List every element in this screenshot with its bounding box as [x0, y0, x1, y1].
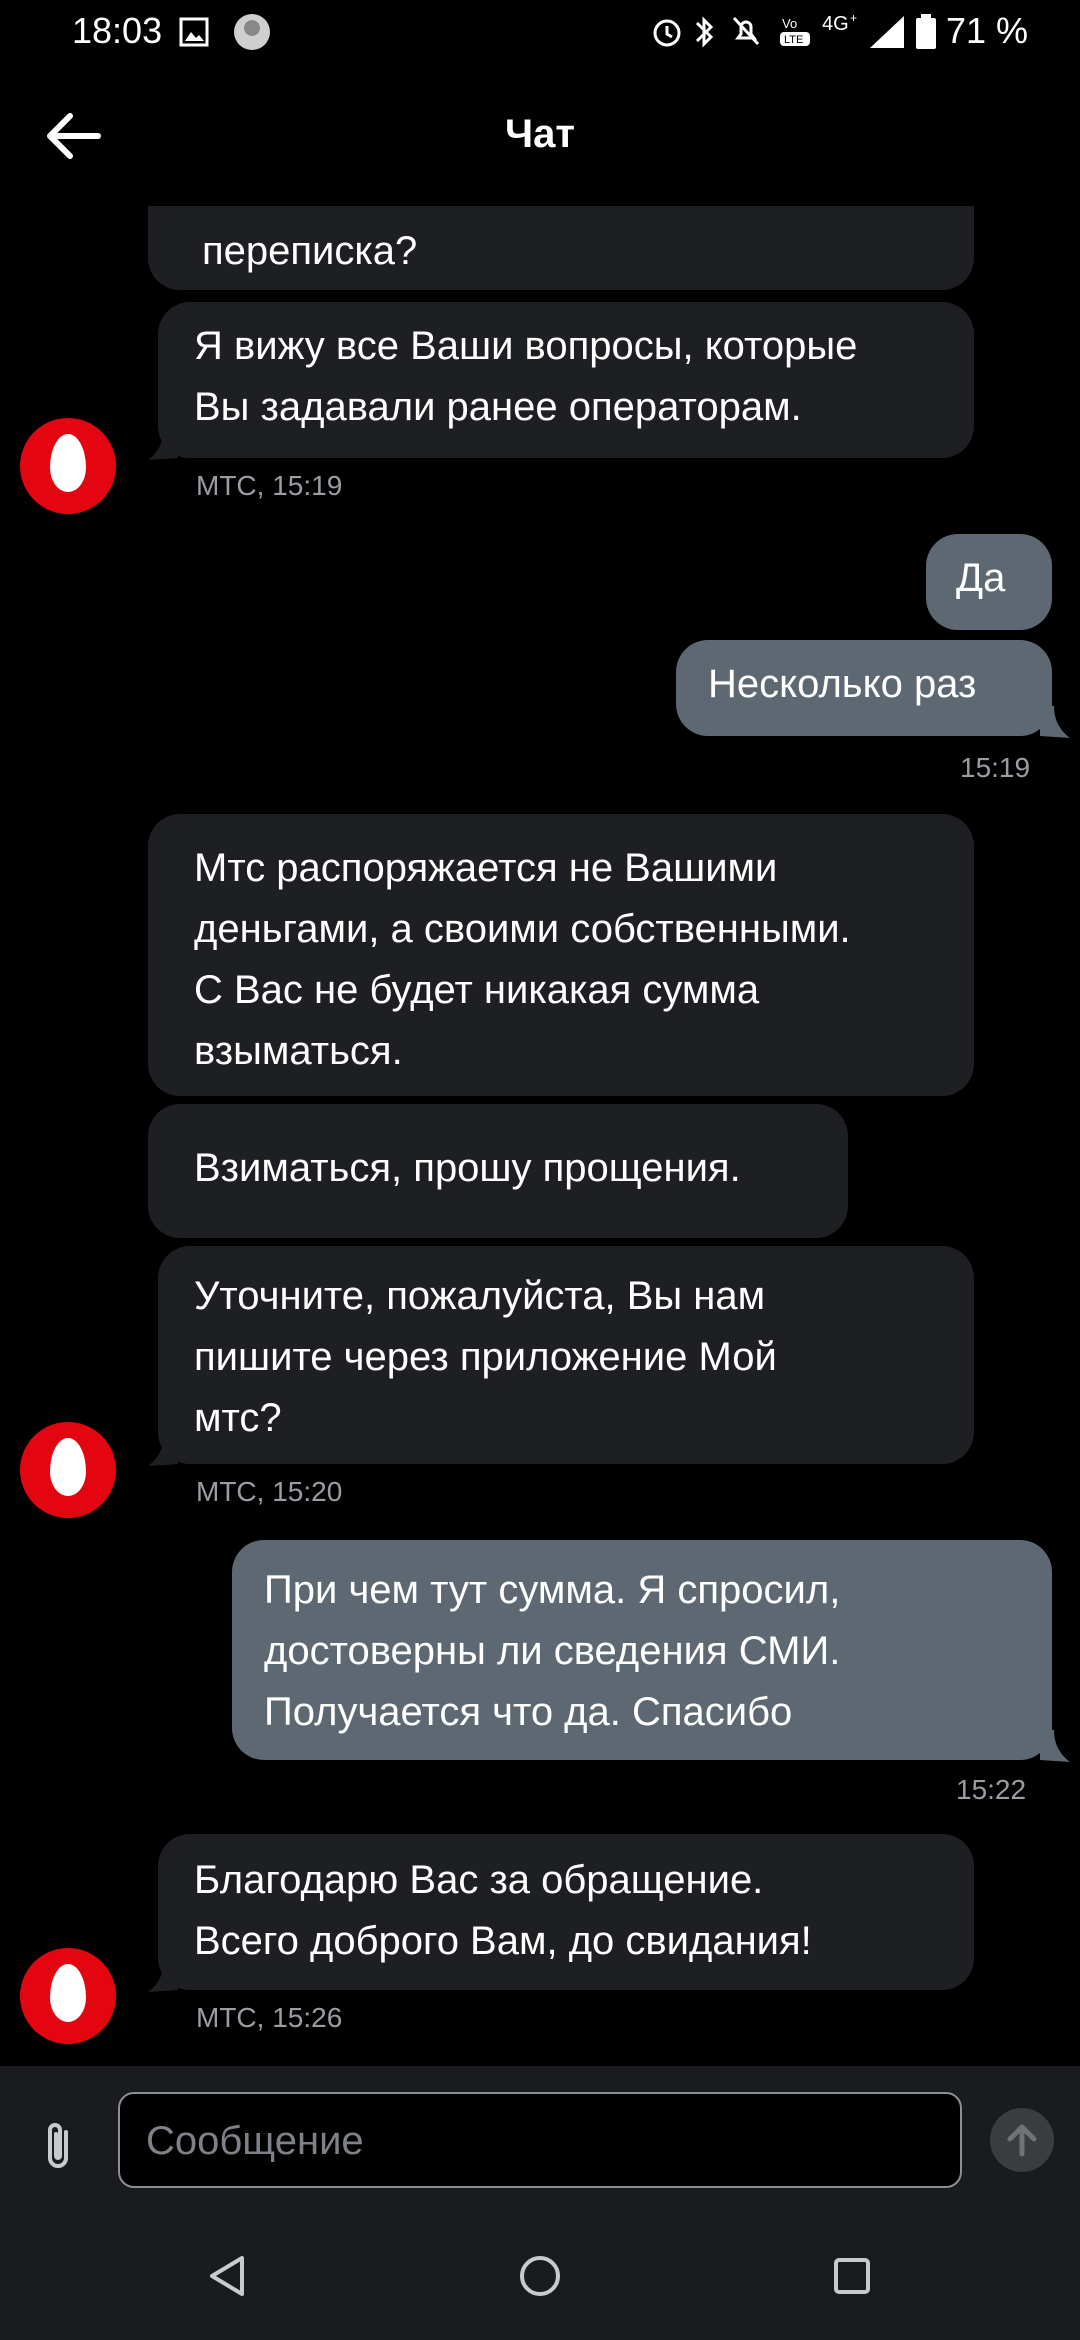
page-title: Чат — [505, 112, 575, 156]
message-line: взыматься. — [194, 1029, 403, 1073]
svg-text:4G: 4G — [822, 13, 849, 35]
incoming-message: переписка? — [148, 206, 974, 290]
status-bar: 18:03 Vo LTE 4G + 71 % — [0, 0, 1080, 66]
bubble-tail — [148, 1960, 178, 1992]
incoming-message: Уточните, пожалуйста, Вы нам пишите чере… — [158, 1246, 974, 1464]
message-meta: МТС, 15:20 — [196, 1476, 343, 1507]
avatar — [20, 418, 116, 514]
message-line: Да — [956, 556, 1006, 600]
message-list[interactable]: переписка? Я вижу все Ваши вопросы, кото… — [0, 206, 1080, 2066]
message-input[interactable] — [144, 2094, 928, 2188]
composer-bar — [0, 2066, 1080, 2212]
message-line: Взиматься, прошу прощения. — [194, 1146, 741, 1190]
svg-text:+: + — [850, 11, 857, 25]
message-line: Я вижу все Ваши вопросы, которые — [194, 324, 858, 368]
status-time: 18:03 — [72, 10, 163, 51]
message-line: переписка? — [202, 229, 418, 273]
incoming-message: Мтс распоряжается не Вашими деньгами, а … — [148, 814, 974, 1096]
svg-text:LTE: LTE — [784, 34, 803, 46]
paperclip-icon[interactable] — [36, 2118, 80, 2174]
message-line: Вы задавали ранее операторам. — [194, 385, 802, 429]
message-line: пишите через приложение Мой — [194, 1335, 777, 1379]
recents-square-icon[interactable] — [824, 2248, 880, 2304]
message-line: Несколько раз — [708, 662, 977, 706]
outgoing-message: Несколько раз — [676, 640, 1052, 736]
bubble-tail — [148, 428, 178, 460]
home-circle-icon[interactable] — [512, 2248, 568, 2304]
incoming-message: Я вижу все Ваши вопросы, которые Вы зада… — [158, 302, 974, 458]
volte-icon: Vo LTE — [780, 16, 810, 46]
incoming-message: Благодарю Вас за обращение. Всего доброг… — [158, 1834, 974, 1990]
send-button[interactable] — [990, 2108, 1054, 2172]
back-triangle-icon[interactable] — [200, 2248, 256, 2304]
message-line: достоверны ли сведения СМИ. — [264, 1629, 841, 1673]
signal-icon — [870, 16, 904, 48]
avatar-icon — [234, 14, 270, 50]
chat-header: Чат — [0, 66, 1080, 206]
message-meta: 15:19 — [960, 752, 1031, 783]
message-line: мтс? — [194, 1396, 282, 1440]
message-line: деньгами, а своими собственными. — [194, 907, 851, 951]
message-meta: МТС, 15:19 — [196, 470, 343, 501]
bubble-tail — [1040, 1730, 1070, 1762]
message-field[interactable] — [118, 2092, 962, 2188]
battery-icon — [916, 14, 936, 49]
avatar — [20, 1948, 116, 2044]
bubble-tail — [1040, 706, 1070, 738]
message-line: Всего доброго Вам, до свидания! — [194, 1919, 812, 1963]
battery-percent: 71 % — [945, 10, 1028, 51]
message-line: Уточните, пожалуйста, Вы нам — [194, 1274, 766, 1318]
image-icon — [179, 17, 209, 47]
arrow-up-icon — [1007, 2124, 1037, 2157]
svg-text:Vo: Vo — [782, 16, 797, 31]
outgoing-message: При чем тут сумма. Я спросил, достоверны… — [232, 1540, 1052, 1760]
message-meta: МТС, 15:26 — [196, 2002, 343, 2033]
bluetooth-icon — [695, 16, 714, 48]
avatar — [20, 1422, 116, 1518]
message-line: С Вас не будет никакая сумма — [194, 968, 760, 1012]
message-line: Благодарю Вас за обращение. — [194, 1858, 764, 1902]
system-nav-bar — [0, 2212, 1080, 2340]
message-line: При чем тут сумма. Я спросил, — [264, 1568, 841, 1612]
message-meta: 15:22 — [956, 1774, 1027, 1805]
outgoing-message: Да — [926, 534, 1052, 630]
message-line: Получается что да. Спасибо — [264, 1690, 793, 1734]
alarm-icon — [653, 19, 681, 47]
4g-icon: 4G + — [822, 11, 857, 35]
message-line: Мтс распоряжается не Вашими — [194, 846, 778, 890]
bubble-tail — [148, 1434, 178, 1466]
incoming-message: Взиматься, прошу прощения. — [148, 1104, 848, 1238]
dnd-icon — [732, 16, 760, 46]
